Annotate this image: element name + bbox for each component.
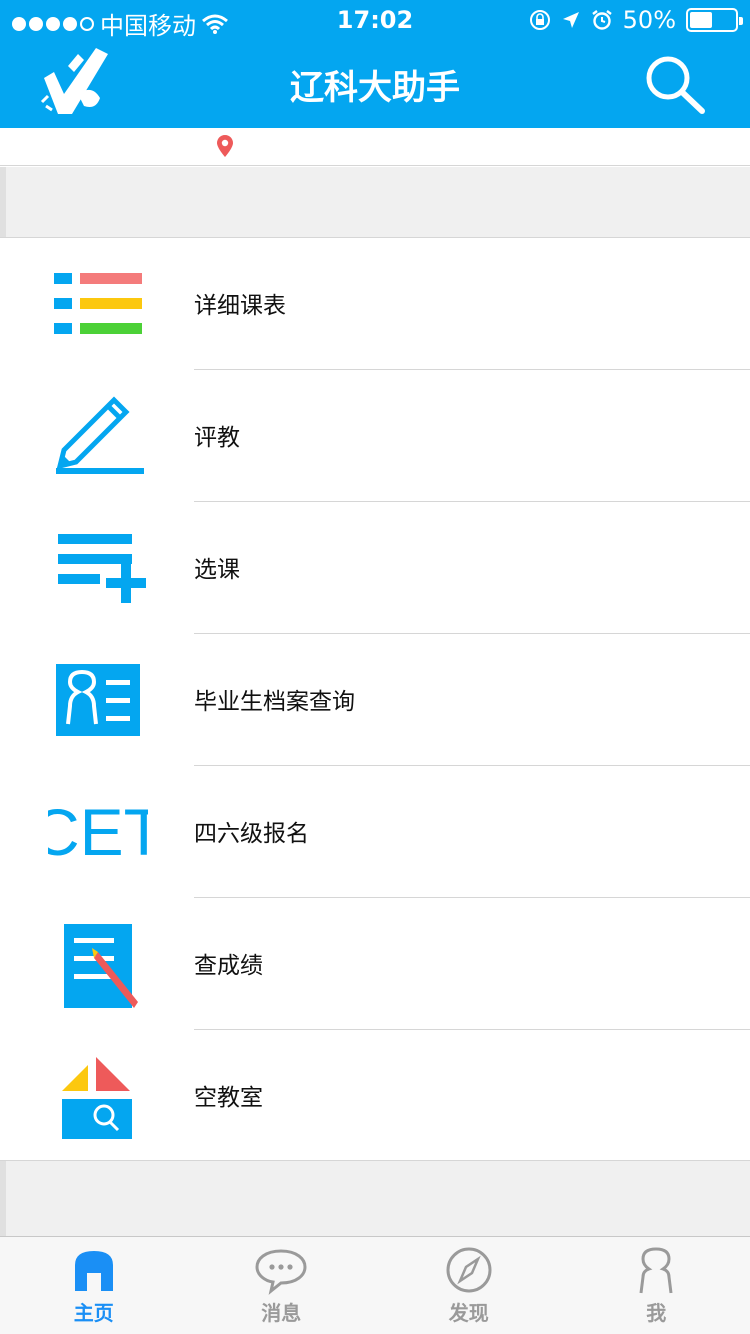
classroom-search-icon bbox=[48, 1054, 148, 1139]
menu-label: 评教 bbox=[194, 425, 240, 451]
menu-label: 选课 bbox=[194, 557, 240, 583]
status-right: 50% bbox=[529, 6, 743, 34]
function-list: 详细课表 评教 选课 毕业生档案查询 CET 四六级报名 查成绩 空教室 bbox=[0, 238, 750, 1162]
battery-percent: 50% bbox=[622, 6, 676, 34]
menu-label: 四六级报名 bbox=[194, 821, 309, 847]
compass-icon bbox=[446, 1247, 492, 1293]
menu-item-schedule[interactable]: 详细课表 bbox=[0, 238, 750, 370]
list-add-icon bbox=[48, 526, 148, 610]
tab-bar: 主页 消息 发现 我 bbox=[0, 1236, 750, 1334]
person-icon bbox=[639, 1247, 673, 1294]
menu-label: 详细课表 bbox=[194, 293, 286, 319]
message-icon bbox=[255, 1249, 307, 1295]
menu-label: 查成绩 bbox=[194, 953, 263, 979]
schedule-list-icon bbox=[48, 262, 148, 346]
menu-item-cet-register[interactable]: CET 四六级报名 bbox=[0, 766, 750, 898]
search-icon[interactable] bbox=[642, 54, 708, 116]
menu-item-empty-classroom[interactable]: 空教室 bbox=[0, 1030, 750, 1162]
page-title: 辽科大助手 bbox=[290, 68, 460, 108]
menu-item-grades[interactable]: 查成绩 bbox=[0, 898, 750, 1030]
alarm-icon bbox=[591, 10, 612, 30]
menu-item-evaluation[interactable]: 评教 bbox=[0, 370, 750, 502]
location-pin-icon bbox=[217, 135, 233, 157]
cet-icon-text: CET bbox=[48, 797, 148, 867]
home-icon bbox=[74, 1251, 113, 1291]
menu-label: 毕业生档案查询 bbox=[194, 689, 355, 715]
cet-icon: CET bbox=[48, 790, 148, 874]
profile-card-icon bbox=[48, 658, 148, 742]
orientation-lock-icon bbox=[529, 10, 550, 30]
battery-icon bbox=[686, 8, 743, 32]
tab-discover[interactable]: 发现 bbox=[375, 1237, 563, 1334]
section-divider-top bbox=[0, 167, 750, 238]
section-divider-bottom bbox=[0, 1160, 750, 1236]
menu-item-course-select[interactable]: 选课 bbox=[0, 502, 750, 634]
tab-home[interactable]: 主页 bbox=[0, 1237, 188, 1334]
tab-label: 主页 bbox=[73, 1301, 114, 1325]
location-bar[interactable] bbox=[0, 128, 750, 166]
location-arrow-icon bbox=[562, 12, 579, 28]
status-bar: 中国移动 17:02 50% bbox=[0, 0, 750, 40]
menu-label: 空教室 bbox=[194, 1085, 263, 1111]
tab-messages[interactable]: 消息 bbox=[188, 1237, 376, 1334]
pencil-edit-icon bbox=[48, 394, 148, 478]
score-document-icon bbox=[48, 922, 148, 1008]
top-bar: 中国移动 17:02 50% 辽科大助手 bbox=[0, 0, 750, 128]
menu-item-graduate-archive[interactable]: 毕业生档案查询 bbox=[0, 634, 750, 766]
tab-label: 我 bbox=[646, 1301, 667, 1325]
tab-label: 发现 bbox=[448, 1301, 489, 1325]
tab-me[interactable]: 我 bbox=[563, 1237, 750, 1334]
tab-label: 消息 bbox=[261, 1301, 302, 1325]
